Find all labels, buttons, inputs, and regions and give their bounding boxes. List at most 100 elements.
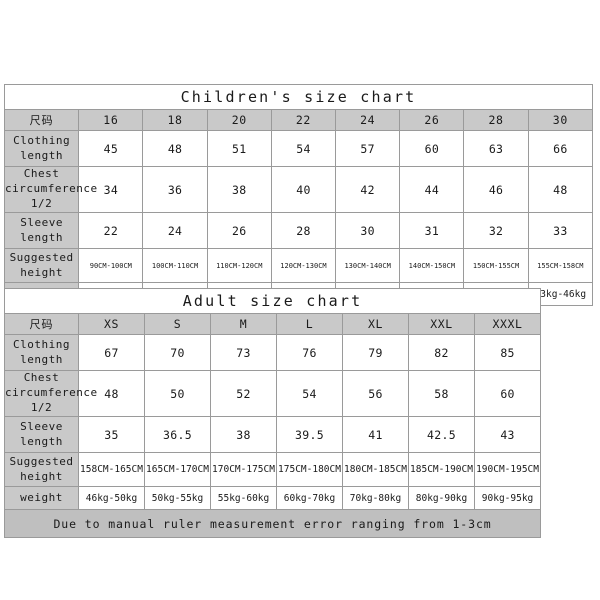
table-cell: 170CM-175CM bbox=[210, 452, 277, 487]
adult-size-header-xl: XL bbox=[342, 313, 409, 335]
children-row-label-suggested-height: Suggested height bbox=[3, 248, 80, 283]
size-chart-page: Children's size chart 尺码 16 18 20 22 24 26 28 30… bbox=[0, 0, 600, 600]
table-cell: 60kg-70kg bbox=[276, 486, 343, 510]
adult-size-label-header: 尺码 bbox=[4, 313, 79, 335]
table-cell: 73 bbox=[210, 334, 277, 371]
table-cell: 43 bbox=[473, 416, 542, 453]
table-cell: 82 bbox=[408, 334, 475, 371]
adult-row-label-weight: weight bbox=[4, 486, 79, 510]
table-cell: 60 bbox=[473, 370, 542, 417]
table-cell: 55kg-60kg bbox=[210, 486, 277, 510]
adult-row-label-chest-circumference-1-2: Chest circumference 1/2 bbox=[4, 370, 97, 417]
children-size-header-22: 22 bbox=[270, 109, 337, 131]
table-cell: 66 bbox=[527, 130, 594, 167]
table-cell: 50 bbox=[144, 370, 211, 417]
table-row: Sleeve length 22 24 26 28 30 31 32 33 bbox=[3, 212, 594, 249]
adult-header-row: 尺码 XS S M L XL XXL XXXL bbox=[4, 313, 542, 335]
table-row: Chest circumference 1/2 48 50 52 54 56 58 60 bbox=[4, 370, 542, 417]
childrens-title-row: Children's size chart bbox=[4, 84, 593, 110]
adult-size-header-m: M bbox=[210, 313, 277, 335]
table-cell: 26 bbox=[206, 212, 272, 249]
adult-chart-title: Adult size chart bbox=[3, 288, 542, 314]
table-cell: 100CM-110CM bbox=[142, 248, 208, 283]
table-cell: 120CM-130CM bbox=[270, 248, 337, 283]
table-cell: 165CM-170CM bbox=[144, 452, 211, 487]
table-cell: 158CM-165CM bbox=[78, 452, 145, 487]
table-row: Chest circumference 1/2 34 36 38 40 42 44 46 48 bbox=[3, 166, 594, 213]
table-cell: 46 bbox=[463, 166, 529, 213]
table-cell: 33 bbox=[527, 212, 594, 249]
table-cell: 140CM-150CM bbox=[399, 248, 465, 283]
table-cell: 54 bbox=[276, 370, 343, 417]
children-row-label-sleeve-length: Sleeve length bbox=[3, 212, 80, 249]
table-cell: 36.5 bbox=[144, 416, 211, 453]
table-row: Suggested height 90CM-100CM 100CM-110CM 110C… bbox=[3, 248, 594, 283]
children-size-header-18: 18 bbox=[142, 109, 208, 131]
table-cell: 80kg-90kg bbox=[408, 486, 475, 510]
table-cell: 46kg-50kg bbox=[78, 486, 145, 510]
table-cell: 51 bbox=[206, 130, 272, 167]
table-cell: 54 bbox=[270, 130, 337, 167]
table-cell: 41 bbox=[342, 416, 409, 453]
table-row: weight 46kg-50kg 50kg-55kg 55kg-60kg 60kg-70… bbox=[4, 486, 542, 510]
adult-row-label-clothing-length: Clothing length bbox=[4, 334, 79, 371]
childrens-table-body: Clothing length 45 48 51 54 57 60 63 66 Chest circu… bbox=[3, 130, 594, 306]
table-cell: 79 bbox=[342, 334, 409, 371]
table-cell: 56 bbox=[342, 370, 409, 417]
table-cell: 48 bbox=[142, 130, 208, 167]
table-cell: 48 bbox=[527, 166, 594, 213]
adult-table-body: Clothing length 67 70 73 76 79 82 85 Chest circumf… bbox=[4, 334, 542, 510]
adult-row-label-suggested-height: Suggested height bbox=[4, 452, 79, 487]
table-cell: 155CM-158CM bbox=[527, 248, 594, 283]
adult-size-header-l: L bbox=[276, 313, 343, 335]
children-row-label-clothing-length: Clothing length bbox=[3, 130, 80, 167]
table-cell: 60 bbox=[399, 130, 465, 167]
table-cell: 32 bbox=[463, 212, 529, 249]
table-cell: 42 bbox=[335, 166, 401, 213]
adult-size-header-xxxl: XXXL bbox=[473, 313, 542, 335]
children-size-header-20: 20 bbox=[206, 109, 272, 131]
table-cell: 35 bbox=[78, 416, 145, 453]
adult-size-header-xs: XS bbox=[78, 313, 145, 335]
table-cell: 76 bbox=[276, 334, 343, 371]
children-size-header-28: 28 bbox=[463, 109, 529, 131]
table-cell: 38 bbox=[206, 166, 272, 213]
table-cell: 58 bbox=[408, 370, 475, 417]
children-size-header-26: 26 bbox=[399, 109, 465, 131]
table-cell: 52 bbox=[210, 370, 277, 417]
table-cell: 24 bbox=[142, 212, 208, 249]
table-cell: 63 bbox=[463, 130, 529, 167]
table-cell: 180CM-185CM bbox=[342, 452, 409, 487]
children-size-header-24: 24 bbox=[335, 109, 401, 131]
table-row: Suggested height 158CM-165CM 165CM-170CM 170… bbox=[4, 452, 542, 487]
table-cell: 39.5 bbox=[276, 416, 343, 453]
table-cell: 36 bbox=[142, 166, 208, 213]
children-size-header-16: 16 bbox=[78, 109, 144, 131]
children-size-header-30: 30 bbox=[527, 109, 594, 131]
table-row: Clothing length 45 48 51 54 57 60 63 66 bbox=[3, 130, 594, 167]
table-cell: 40 bbox=[270, 166, 337, 213]
table-cell: 50kg-55kg bbox=[144, 486, 211, 510]
childrens-header-row: 尺码 16 18 20 22 24 26 28 30 bbox=[3, 109, 594, 131]
table-cell: 30 bbox=[335, 212, 401, 249]
adult-size-header-xxl: XXL bbox=[408, 313, 475, 335]
childrens-size-table: Children's size chart 尺码 16 18 20 22 24 26 28 30… bbox=[3, 84, 594, 306]
table-cell: 44 bbox=[399, 166, 465, 213]
adult-row-label-sleeve-length: Sleeve length bbox=[4, 416, 79, 453]
childrens-size-chart: Children's size chart 尺码 16 18 20 22 24 26 28 30… bbox=[3, 84, 594, 306]
children-size-label-header: 尺码 bbox=[3, 109, 80, 131]
table-cell: 90kg-95kg bbox=[473, 486, 542, 510]
table-cell: 22 bbox=[78, 212, 144, 249]
table-cell: 42.5 bbox=[408, 416, 475, 453]
table-cell: 190CM-195CM bbox=[473, 452, 542, 487]
measurement-error-note: Due to manual ruler measurement error ra… bbox=[3, 509, 542, 538]
childrens-chart-title: Children's size chart bbox=[4, 84, 593, 110]
table-cell: 38 bbox=[210, 416, 277, 453]
table-cell: 85 bbox=[473, 334, 542, 371]
adult-size-chart: Adult size chart 尺码 XS S M L XL XXL XXXL Clothi… bbox=[3, 288, 542, 538]
table-cell: 130CM-140CM bbox=[335, 248, 401, 283]
table-cell: 185CM-190CM bbox=[408, 452, 475, 487]
adult-size-header-s: S bbox=[144, 313, 211, 335]
adult-size-table: Adult size chart 尺码 XS S M L XL XXL XXXL Clothi… bbox=[3, 288, 542, 538]
table-cell: 70kg-80kg bbox=[342, 486, 409, 510]
